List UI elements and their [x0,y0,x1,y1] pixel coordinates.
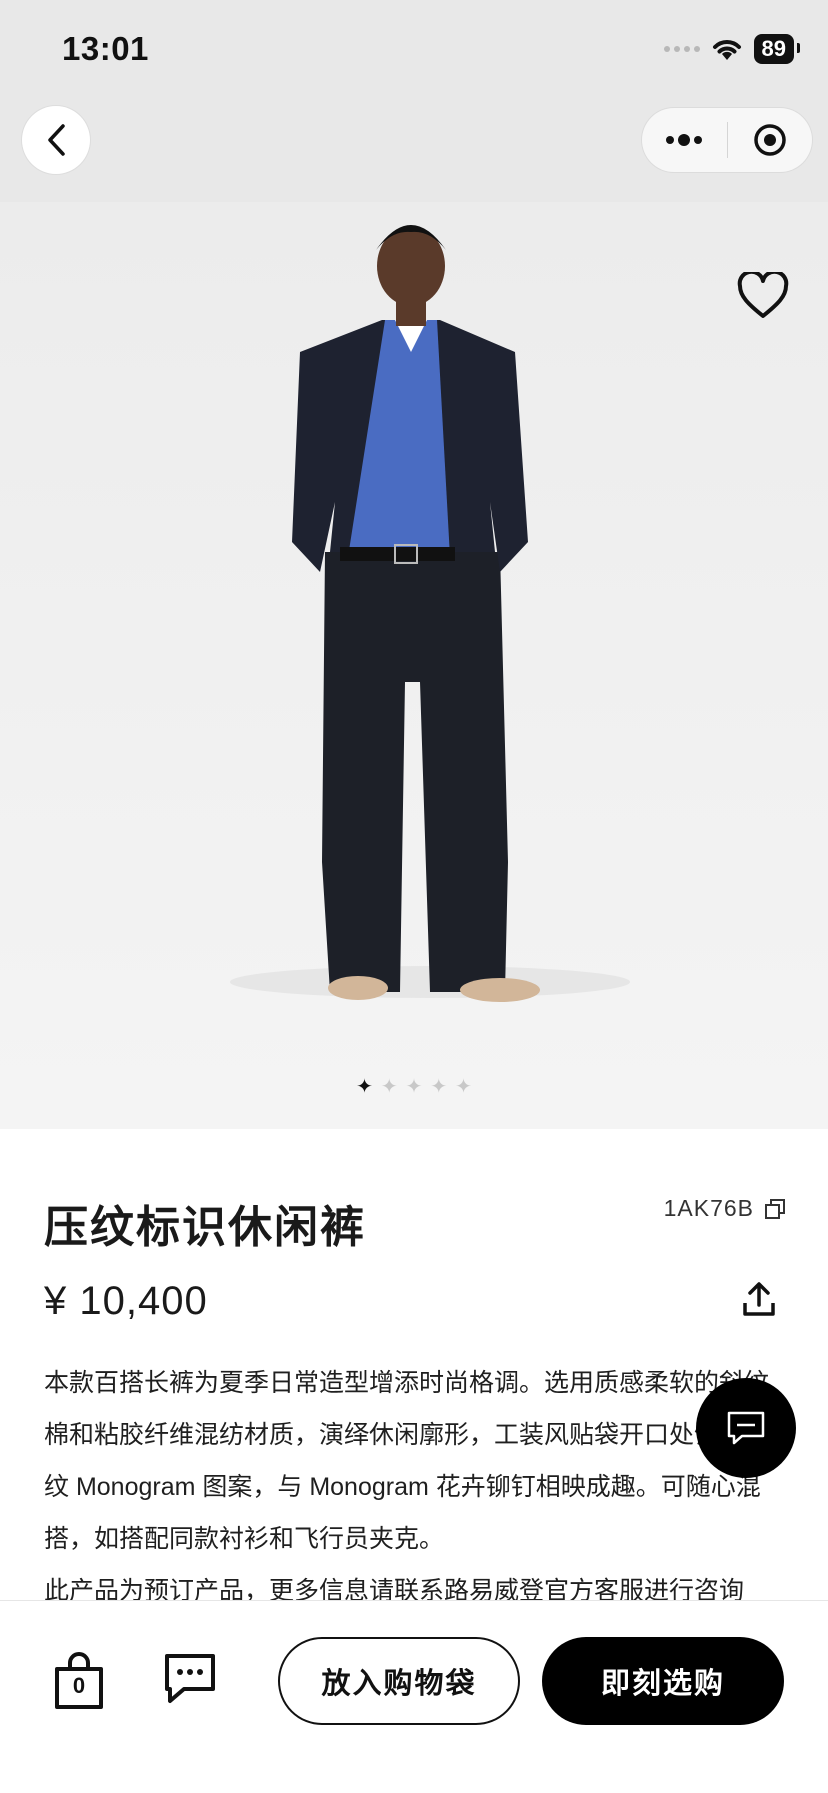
cellular-signal-icon [663,46,700,52]
battery-indicator: 89 [753,34,801,64]
gallery-pagination: ✦ ✦ ✦ ✦ ✦ [0,1077,828,1097]
gallery-dot[interactable]: ✦ [430,1077,447,1097]
product-title: 压纹标识休闲裤 [44,1203,366,1252]
message-icon [165,1654,215,1703]
gallery-dot[interactable]: ✦ [455,1077,472,1097]
product-image-gallery[interactable]: ✦ ✦ ✦ ✦ ✦ [0,202,828,1129]
chat-bubble-icon [727,1411,765,1445]
sku-text: 1AK76B [663,1195,754,1221]
product-price: ¥ 10,400 [44,1279,208,1323]
description-line: 搭，如搭配同款衬衫和飞行员夹克。 [44,1525,445,1553]
share-icon [743,1282,775,1316]
close-miniprogram-button[interactable] [728,122,813,158]
favorite-button[interactable] [736,269,790,325]
copy-icon[interactable] [764,1198,786,1220]
nav-bar [0,100,828,202]
customer-service-chat-button[interactable] [696,1378,796,1478]
bottom-action-bar: 0 放入购物袋 即刻选购 [0,1600,828,1793]
add-to-bag-button[interactable]: 放入购物袋 [278,1637,520,1725]
bag-count: 0 [72,1673,86,1698]
status-bar: 13:01 89 [0,0,828,100]
heart-icon [737,269,789,318]
product-photo [230,225,630,1002]
target-icon [754,124,786,156]
wifi-icon [712,40,741,60]
share-button[interactable] [742,1281,776,1322]
product-sku[interactable]: 1AK76B [664,1195,786,1222]
gallery-dot[interactable]: ✦ [356,1077,373,1097]
gallery-dot[interactable]: ✦ [406,1077,423,1097]
gallery-dot[interactable]: ✦ [381,1077,398,1097]
status-time: 13:01 [62,30,149,67]
back-button[interactable] [22,106,90,174]
description-line: 本款百搭长裤为夏季日常造型增添时尚格调。选用质感柔软的斜纹 [44,1369,770,1397]
chevron-left-icon [48,124,65,156]
more-options-button[interactable] [642,133,727,147]
miniprogram-capsule [642,108,812,172]
more-dots-icon [666,134,703,146]
description-line: 棉和粘胶纤维混纺材质，演绎休闲廓形，工装风贴袋开口处饰以压 [44,1421,770,1449]
product-description: 本款百搭长裤为夏季日常造型增添时尚格调。选用质感柔软的斜纹 棉和粘胶纤维混纺材质… [44,1357,784,1617]
status-icons: 89 [663,34,801,64]
buy-now-button[interactable]: 即刻选购 [542,1637,784,1725]
description-line: 纹 Monogram 图案，与 Monogram 花卉铆钉相映成趣。可随心混 [44,1473,761,1501]
message-button[interactable] [164,1653,216,1710]
